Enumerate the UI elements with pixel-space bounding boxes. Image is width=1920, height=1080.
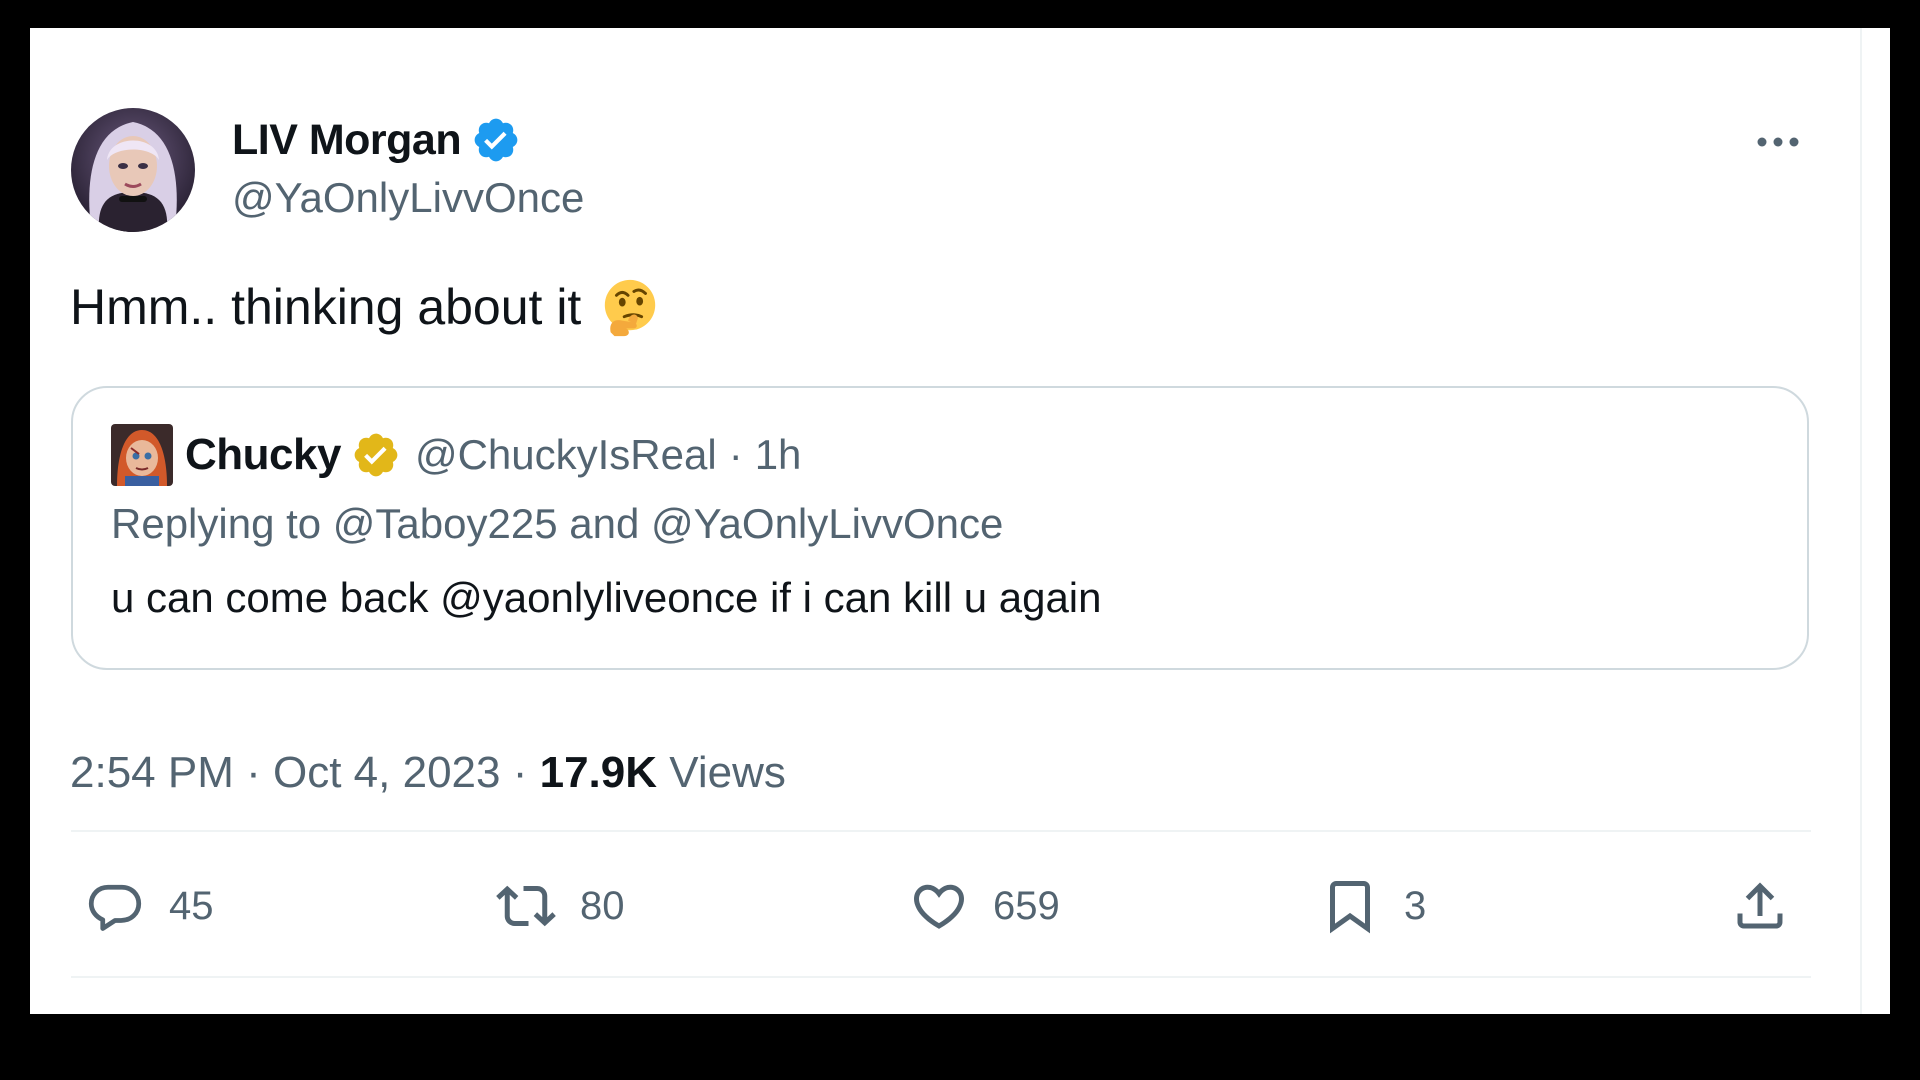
replying-prefix: Replying to <box>111 500 322 547</box>
tweet-text-content: Hmm.. thinking about it <box>70 279 582 335</box>
author-name-row: LIV Morgan <box>232 110 521 170</box>
tweet-text: Hmm.. thinking about it <box>70 276 661 338</box>
bookmark-count: 3 <box>1404 883 1427 928</box>
bookmark-icon <box>1330 881 1370 934</box>
replying-to-line: Replying to @Taboy225 and @YaOnlyLivvOnc… <box>111 500 1003 548</box>
quoted-author-avatar[interactable] <box>111 424 173 486</box>
divider <box>71 830 1811 832</box>
quoted-timestamp[interactable]: 1h <box>755 431 802 479</box>
quoted-tweet[interactable]: Chucky @ChuckyIsReal · 1h Replying to @T… <box>71 386 1809 670</box>
blue-verified-icon <box>474 118 518 162</box>
heart-icon <box>913 884 965 929</box>
author-avatar[interactable] <box>71 108 195 232</box>
share-icon <box>1737 882 1783 929</box>
card-edge <box>1860 28 1862 1014</box>
bookmark-button[interactable]: 3 <box>1320 873 1426 939</box>
gold-verified-icon <box>354 433 398 477</box>
quoted-handle[interactable]: @ChuckyIsReal <box>415 431 717 479</box>
thinking-face-emoji <box>605 279 656 337</box>
quoted-tweet-header: Chucky @ChuckyIsReal · 1h <box>111 424 801 486</box>
tweet-date[interactable]: Oct 4, 2023 <box>273 748 500 797</box>
like-button[interactable]: 659 <box>909 873 1060 939</box>
quoted-separator: · <box>728 431 743 478</box>
share-button[interactable] <box>1730 873 1790 939</box>
more-options-icon[interactable] <box>1754 128 1802 156</box>
reply-button[interactable]: 45 <box>85 873 214 939</box>
repost-button[interactable]: 80 <box>496 873 625 939</box>
tweet-time[interactable]: 2:54 PM <box>70 748 234 797</box>
like-count: 659 <box>993 883 1060 928</box>
quoted-display-name[interactable]: Chucky <box>185 430 341 480</box>
divider <box>71 976 1811 978</box>
meta-separator: · <box>512 748 528 797</box>
tweet-meta: 2:54 PM · Oct 4, 2023 · 17.9K Views <box>70 748 786 798</box>
tweet-card: LIV Morgan @YaOnlyLivvOnce Hmm.. thinkin… <box>30 28 1890 1014</box>
views-label: Views <box>669 748 786 797</box>
replying-user-link[interactable]: @YaOnlyLivvOnce <box>651 500 1003 547</box>
replying-user-link[interactable]: @Taboy225 <box>333 500 558 547</box>
replying-and: and <box>569 500 640 547</box>
author-handle[interactable]: @YaOnlyLivvOnce <box>232 174 584 222</box>
reply-count: 45 <box>169 883 214 928</box>
reply-icon <box>88 884 142 931</box>
repost-count: 80 <box>580 883 625 928</box>
author-display-name[interactable]: LIV Morgan <box>232 116 462 165</box>
repost-icon <box>496 885 556 927</box>
views-count: 17.9K <box>539 748 658 797</box>
quoted-tweet-text: u can come back @yaonlyliveonce if i can… <box>111 574 1102 621</box>
meta-separator: · <box>246 748 261 797</box>
